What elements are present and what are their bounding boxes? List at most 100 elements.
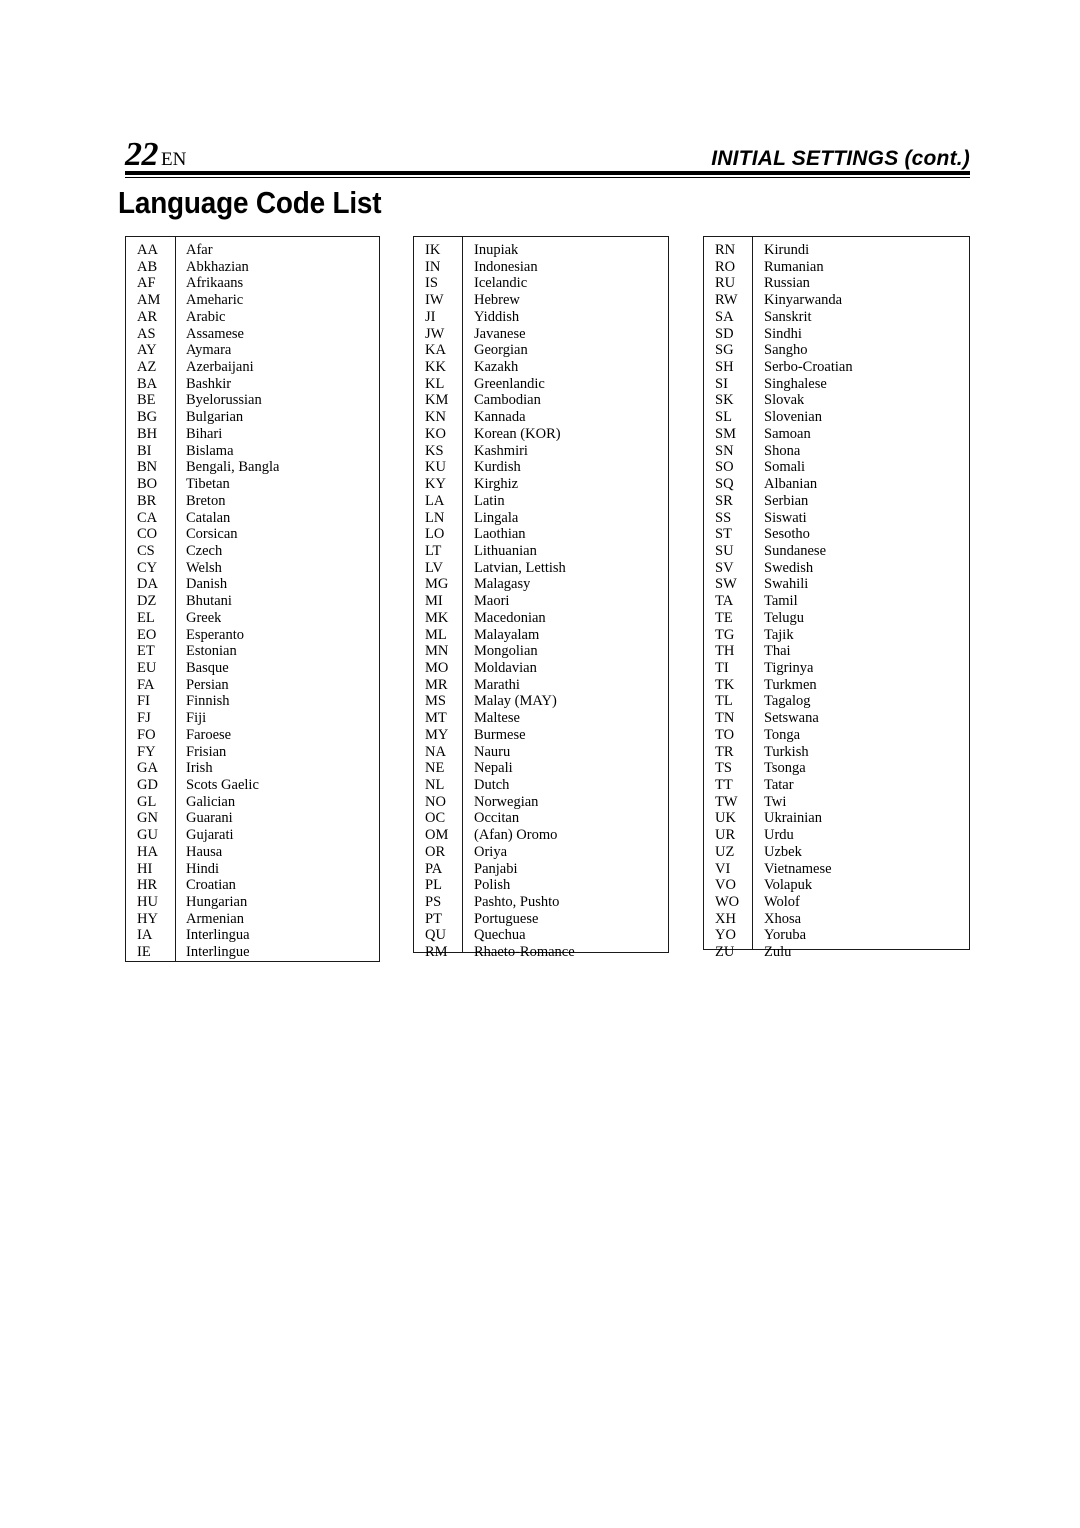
language-code: FA <box>137 676 155 693</box>
language-code-row: HY Armenian <box>126 911 379 928</box>
language-code-row: ML Malayalam <box>414 627 668 644</box>
language-code: PT <box>425 910 442 927</box>
language-name: Kirundi <box>764 242 810 258</box>
language-name: Siswati <box>764 509 807 526</box>
language-name: Yoruba <box>764 927 807 944</box>
language-code-row: CY Welsh <box>126 560 379 577</box>
language-code-row: MK Macedonian <box>414 610 668 627</box>
language-code: FO <box>137 726 156 743</box>
language-code: GA <box>137 760 158 777</box>
page-number-group: 22 EN <box>125 138 186 172</box>
language-code: UZ <box>715 843 735 860</box>
language-code-row: SV Swedish <box>704 560 969 577</box>
language-name: Nepali <box>474 760 513 777</box>
language-code: ZU <box>715 944 735 961</box>
language-name: Shona <box>764 442 801 459</box>
language-name: Catalan <box>186 509 231 526</box>
section-title: INITIAL SETTINGS (cont.) <box>711 147 970 170</box>
language-code: TW <box>715 793 738 810</box>
language-code-row: CO Corsican <box>126 526 379 543</box>
language-name: Norwegian <box>474 793 539 810</box>
language-name: Korean (KOR) <box>474 425 561 442</box>
language-code: FJ <box>137 710 151 727</box>
language-code: MR <box>425 676 448 693</box>
language-code-row: KK Kazakh <box>414 359 668 376</box>
language-code-row: JI Yiddish <box>414 309 668 326</box>
language-code-row: KL Greenlandic <box>414 376 668 393</box>
language-name: Lithuanian <box>474 542 537 559</box>
language-code: JI <box>425 308 436 325</box>
language-code-row: BN Bengali, Bangla <box>126 459 379 476</box>
language-name: Georgian <box>474 342 528 359</box>
language-code-row: PT Portuguese <box>414 911 668 928</box>
language-code: SI <box>715 375 728 392</box>
language-code-row: TL Tagalog <box>704 693 969 710</box>
language-name: Sangho <box>764 342 808 359</box>
language-code: AR <box>137 308 158 325</box>
language-code: TG <box>715 626 735 643</box>
language-code-row: GU Gujarati <box>126 827 379 844</box>
language-code-row: TA Tamil <box>704 593 969 610</box>
language-name: (Afan) Oromo <box>474 827 558 844</box>
language-code-row: SN Shona <box>704 443 969 460</box>
language-code-row: KS Kashmiri <box>414 443 668 460</box>
language-code-row: HA Hausa <box>126 844 379 861</box>
language-code-row: PS Pashto, Pushto <box>414 894 668 911</box>
language-name: Breton <box>186 492 226 509</box>
language-code: DA <box>137 576 158 593</box>
language-code: EL <box>137 609 155 626</box>
language-name: Hindi <box>186 860 220 877</box>
language-code: JW <box>425 325 445 342</box>
language-code-row: BE Byelorussian <box>126 392 379 409</box>
language-name: Danish <box>186 576 228 593</box>
language-code: HR <box>137 877 158 894</box>
language-name: Kannada <box>474 409 526 426</box>
language-name: Vietnamese <box>764 860 832 877</box>
language-name: Serbian <box>764 492 809 509</box>
language-code: PS <box>425 894 442 911</box>
language-code: NE <box>425 760 445 777</box>
language-code-row: MR Marathi <box>414 677 668 694</box>
language-name: Uzbek <box>764 843 802 860</box>
language-code-row: KO Korean (KOR) <box>414 426 668 443</box>
language-code: CO <box>137 526 158 543</box>
language-name: Tatar <box>764 777 794 793</box>
language-code: BI <box>137 442 152 459</box>
language-code-row: BI Bislama <box>126 443 379 460</box>
page-language-code: EN <box>161 149 187 170</box>
language-code-row: GL Galician <box>126 794 379 811</box>
language-code: BO <box>137 476 158 493</box>
language-code-row: EU Basque <box>126 660 379 677</box>
language-code-row: NO Norwegian <box>414 794 668 811</box>
language-code-row: NL Dutch <box>414 777 668 794</box>
language-name: Esperanto <box>186 626 244 643</box>
language-code: ST <box>715 526 732 543</box>
language-code: SA <box>715 308 734 325</box>
language-name: Kinyarwanda <box>764 292 843 309</box>
language-name: Fiji <box>186 710 207 727</box>
language-code: NA <box>425 743 446 760</box>
language-code: KM <box>425 392 449 409</box>
language-name: Bashkir <box>186 375 232 392</box>
language-name: Nauru <box>474 743 511 760</box>
language-name: Portuguese <box>474 910 539 927</box>
language-code-row: LA Latin <box>414 493 668 510</box>
language-code: SS <box>715 509 732 526</box>
language-code-row: FY Frisian <box>126 744 379 761</box>
language-code: OM <box>425 827 449 844</box>
language-code: SM <box>715 425 736 442</box>
language-code-row: MN Mongolian <box>414 643 668 660</box>
language-code-row: FA Persian <box>126 677 379 694</box>
language-code-row: SD Sindhi <box>704 326 969 343</box>
language-code-rows: AA Afar AB Abkhazian AF Afrikaans AM Ameharic AR… <box>126 242 379 961</box>
language-name: Kurdish <box>474 459 521 476</box>
language-code: MT <box>425 710 447 727</box>
language-code: GU <box>137 827 158 844</box>
language-name: Faroese <box>186 726 232 743</box>
language-code-row: HR Croatian <box>126 877 379 894</box>
language-name: Latin <box>474 492 505 509</box>
language-code-row: TT Tatar <box>704 777 969 794</box>
language-name: Estonian <box>186 643 237 660</box>
language-code-row: MG Malagasy <box>414 576 668 593</box>
header-rule-thin <box>125 177 970 178</box>
